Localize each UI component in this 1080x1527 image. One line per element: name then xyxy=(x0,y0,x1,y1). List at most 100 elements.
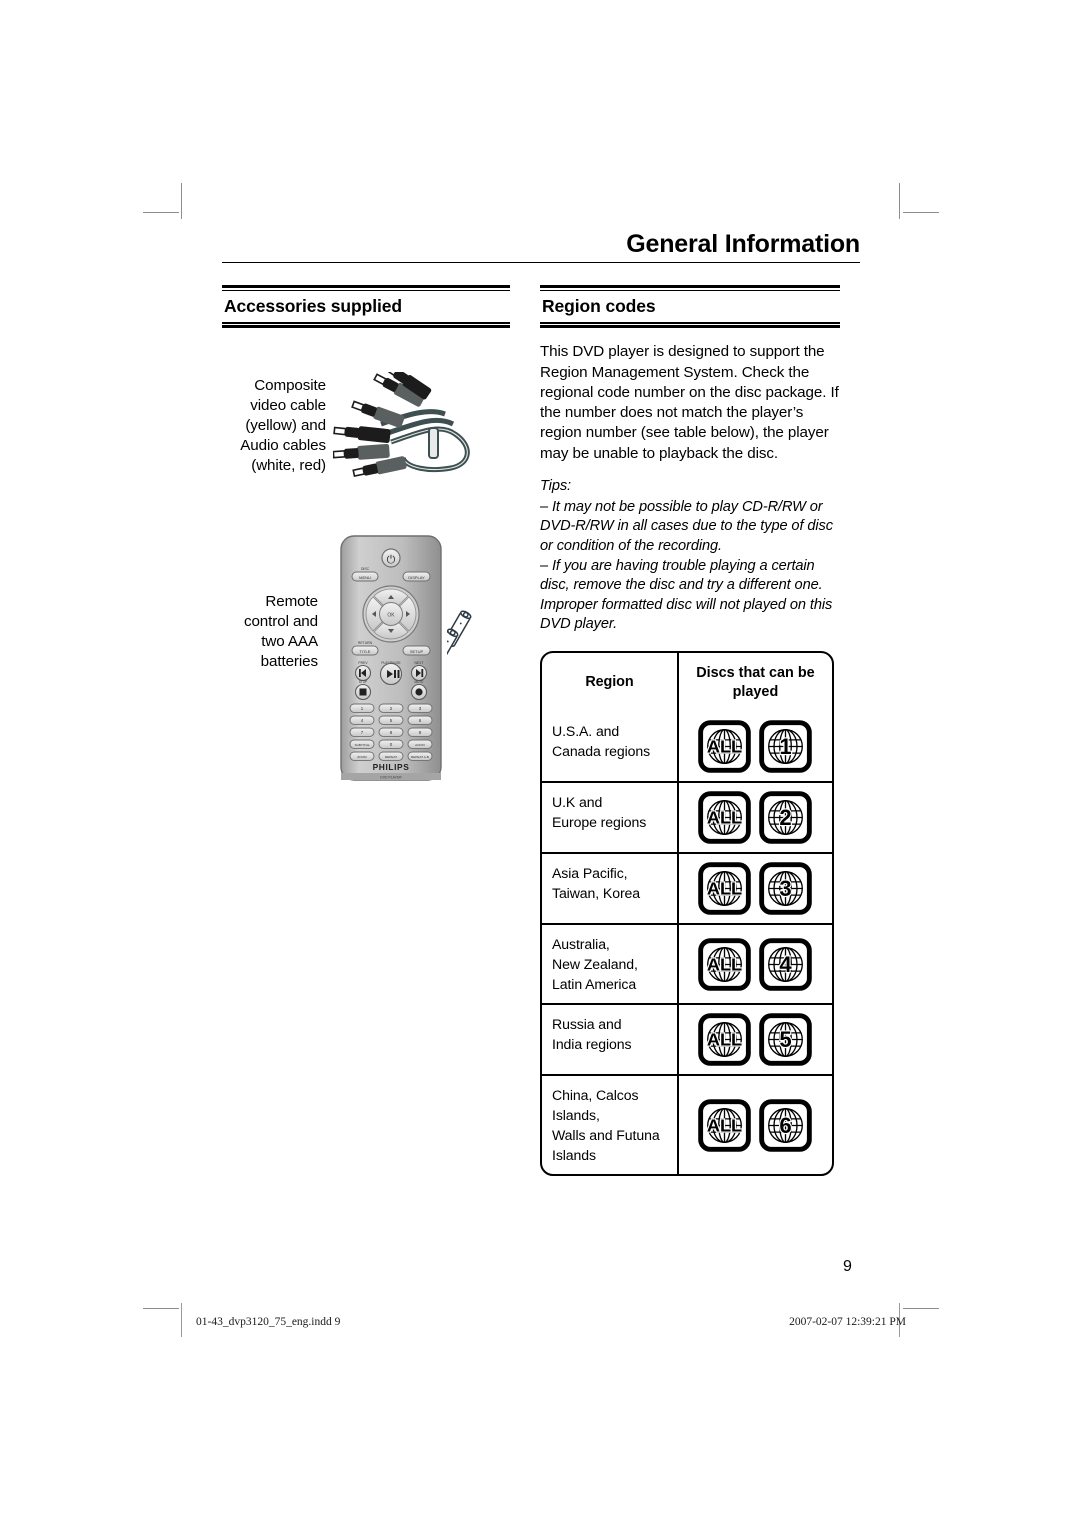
remote-control-icon: ⏻ DISC MENU DISPLAY OK RETURN TITLE SETU… xyxy=(340,535,442,782)
svg-text:ALL: ALL xyxy=(707,737,743,757)
region-line: Australia, xyxy=(552,936,610,953)
page-title: General Information xyxy=(626,230,860,258)
table-row: Australia, New Zealand, Latin America ALL … xyxy=(542,923,832,1004)
region-code-table: Region Discs that can be played U.S.A. a… xyxy=(540,651,834,1177)
region-badge-all: ALL xyxy=(698,1013,752,1067)
heading-rule-bottom-thick xyxy=(222,325,510,329)
label-line: two AAA xyxy=(261,633,318,651)
running-head-rule xyxy=(222,262,860,263)
table-cell-badges: ALL 4 xyxy=(679,925,832,1003)
print-footer: 01-43_dvp3120_75_eng.indd 9 2007-02-07 1… xyxy=(196,1316,906,1328)
svg-text:TITLE: TITLE xyxy=(360,649,371,654)
heading-rule-bottom-thick xyxy=(540,325,840,329)
region-line: Russia and xyxy=(552,1016,622,1033)
tips-label: Tips: xyxy=(540,478,571,494)
remote-illustration: ⏻ DISC MENU DISPLAY OK RETURN TITLE SETU… xyxy=(318,534,510,782)
region-codes-heading: Region codes xyxy=(540,285,840,329)
region-badge-6: 6 xyxy=(759,1099,813,1152)
svg-text:STOP: STOP xyxy=(359,680,368,684)
tip-item: – If you are having trouble playing a ce… xyxy=(540,557,833,633)
label-line: batteries xyxy=(260,653,318,671)
footer-timestamp: 2007-02-07 12:39:21 PM xyxy=(789,1316,906,1328)
region-line: Latin America xyxy=(552,976,637,993)
region-line: Europe regions xyxy=(552,814,647,831)
crop-mark-bottom-left-h xyxy=(143,1308,179,1309)
table-cell-badges: ALL 6 xyxy=(679,1076,832,1174)
svg-text:DVD PLAYER: DVD PLAYER xyxy=(380,776,402,780)
svg-text:ALL: ALL xyxy=(707,1116,743,1136)
label-line: (white, red) xyxy=(251,457,326,475)
region-line: Asia Pacific, xyxy=(552,865,628,882)
svg-text:1: 1 xyxy=(780,734,792,759)
table-cell-region: China, Calcos Islands, Walls and Futuna Is… xyxy=(542,1076,679,1175)
accessory-cable-label: Composite video cable (yellow) and Audio… xyxy=(222,372,326,476)
svg-text:PHILIPS: PHILIPS xyxy=(373,762,410,772)
region-badge-all: ALL xyxy=(698,791,752,845)
svg-text:OK: OK xyxy=(387,613,395,619)
tips-block: Tips: – It may not be possible to play C… xyxy=(540,477,840,635)
region-badge-2: 2 xyxy=(759,791,813,845)
region-line: U.S.A. and xyxy=(552,723,620,740)
crop-mark-top-left-h xyxy=(143,212,179,213)
label-line: Remote xyxy=(265,593,318,611)
accessories-heading: Accessories supplied xyxy=(222,285,510,329)
svg-text:ALL: ALL xyxy=(707,808,743,828)
svg-text:6: 6 xyxy=(780,1113,792,1138)
heading-rule-top-thick xyxy=(222,285,510,289)
accessory-item-cable: Composite video cable (yellow) and Audio… xyxy=(222,372,510,482)
av-cable-icon xyxy=(333,372,470,478)
label-line: video cable xyxy=(250,397,326,415)
region-line: China, Calcos Islands, xyxy=(552,1087,639,1124)
aaa-batteries-icon xyxy=(447,610,472,666)
table-cell-region: Asia Pacific, Taiwan, Korea xyxy=(542,854,679,924)
svg-text:REPEAT A-B: REPEAT A-B xyxy=(411,755,429,759)
svg-text:2: 2 xyxy=(780,805,792,830)
region-line: U.K and xyxy=(552,794,603,811)
table-header-region: Region xyxy=(542,653,679,713)
table-header-row: Region Discs that can be played xyxy=(542,653,832,713)
column-region-codes: Region codes This DVD player is designed… xyxy=(540,285,840,1177)
tip-item: – It may not be possible to play CD-R/RW… xyxy=(540,498,833,554)
crop-mark-top-right xyxy=(899,183,900,219)
accessories-title: Accessories supplied xyxy=(224,295,402,316)
region-badge-all: ALL xyxy=(698,938,752,991)
footer-filename: 01-43_dvp3120_75_eng.indd 9 xyxy=(196,1316,341,1328)
crop-mark-bottom-right-h xyxy=(903,1308,939,1309)
region-badge-4: 4 xyxy=(759,938,813,991)
svg-text:DISC: DISC xyxy=(361,567,370,571)
table-cell-region: Russia and India regions xyxy=(542,1005,679,1075)
svg-text:NEXT: NEXT xyxy=(414,661,423,665)
svg-text:ALL: ALL xyxy=(707,879,743,899)
svg-text:ALL: ALL xyxy=(707,955,743,975)
region-badge-all: ALL xyxy=(698,1099,752,1152)
table-header-discs: Discs that can be played xyxy=(696,665,815,700)
region-badge-3: 3 xyxy=(759,862,813,916)
region-codes-body: This DVD player is designed to support t… xyxy=(540,343,839,462)
svg-text:⏻: ⏻ xyxy=(387,553,396,566)
table-cell-badges: ALL 5 xyxy=(679,1005,832,1074)
label-line: Composite xyxy=(254,377,326,395)
crop-mark-bottom-left-v xyxy=(181,1303,182,1337)
table-row: China, Calcos Islands, Walls and Futuna Is… xyxy=(542,1074,832,1175)
region-line: Islands xyxy=(552,1147,596,1164)
region-badge-all: ALL xyxy=(698,862,752,916)
heading-rule-bottom-thin xyxy=(222,322,510,324)
accessory-item-remote: Remote control and two AAA batteries ⏻ D… xyxy=(222,534,510,782)
label-line: control and xyxy=(243,613,318,631)
region-line: India regions xyxy=(552,1036,632,1053)
accessory-remote-label: Remote control and two AAA batteries xyxy=(222,534,318,672)
label-line: Audio cables xyxy=(240,437,326,455)
column-accessories: Accessories supplied Composite video cab… xyxy=(222,285,510,1176)
svg-text:3: 3 xyxy=(780,876,792,901)
two-column-layout: Accessories supplied Composite video cab… xyxy=(222,285,860,1177)
svg-text:MUTE: MUTE xyxy=(414,680,423,684)
page-number: 9 xyxy=(843,1258,852,1275)
heading-rule-top-thick xyxy=(540,285,840,289)
region-badge-5: 5 xyxy=(759,1013,813,1067)
document-page: General Information Accessories supplied… xyxy=(0,0,1080,1527)
crop-mark-top-right-h xyxy=(903,212,939,213)
region-line: New Zealand, xyxy=(552,956,638,973)
composite-cable-illustration xyxy=(326,372,510,482)
region-line: Taiwan, Korea xyxy=(552,885,641,902)
region-badge-all: ALL xyxy=(698,720,752,774)
